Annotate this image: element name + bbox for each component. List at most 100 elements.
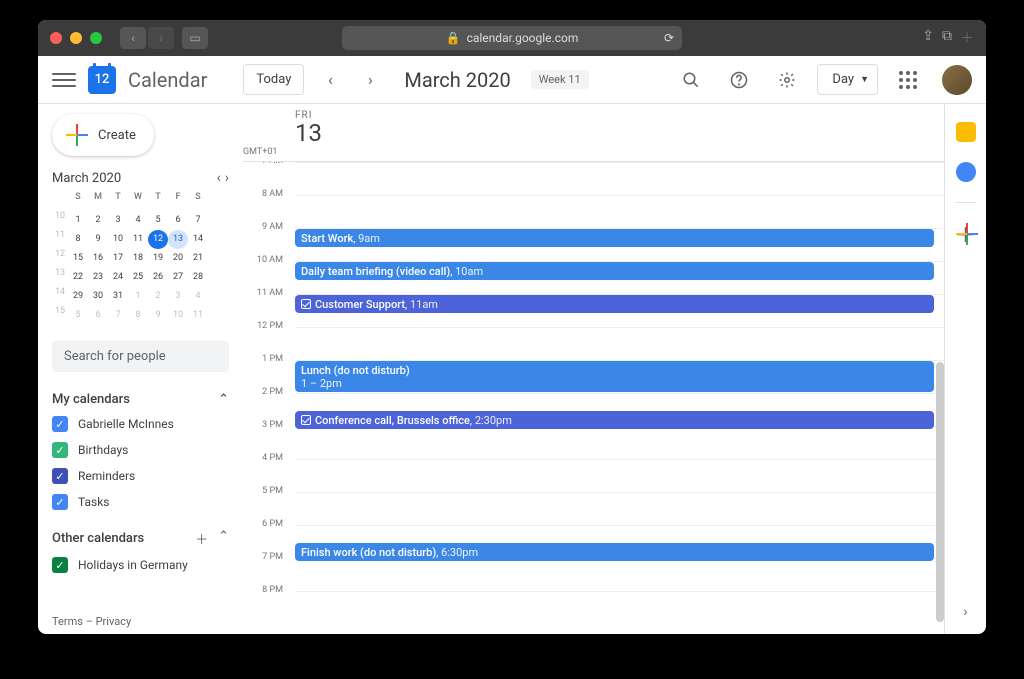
view-switcher[interactable]: Day▼ <box>817 64 878 95</box>
hour-slot[interactable] <box>295 426 944 459</box>
settings-icon[interactable] <box>769 62 805 98</box>
mini-day[interactable]: 18 <box>128 249 148 268</box>
mini-day[interactable]: 5 <box>148 211 168 230</box>
hour-slot[interactable] <box>295 162 944 195</box>
tabs-icon[interactable]: ⧉ <box>942 28 952 48</box>
next-period-button[interactable]: › <box>356 66 384 94</box>
maximize-window-button[interactable] <box>90 32 102 44</box>
mini-day[interactable]: 1 <box>68 211 88 230</box>
account-avatar[interactable] <box>942 65 972 95</box>
back-button[interactable]: ‹ <box>120 27 146 49</box>
mini-day[interactable]: 4 <box>128 211 148 230</box>
mini-day[interactable]: 22 <box>68 268 88 287</box>
mini-day[interactable]: 27 <box>168 268 188 287</box>
mini-day[interactable]: 11 <box>128 230 148 249</box>
checkbox-icon[interactable]: ✓ <box>52 494 68 510</box>
main-menu-button[interactable] <box>52 73 76 87</box>
hour-slot[interactable] <box>295 195 944 228</box>
mini-day[interactable]: 2 <box>88 211 108 230</box>
mini-day[interactable]: 3 <box>168 287 188 306</box>
add-addon-icon[interactable]: ＋ <box>956 223 976 243</box>
mini-day[interactable]: 7 <box>188 211 208 230</box>
hour-slot[interactable] <box>295 558 944 591</box>
minimize-window-button[interactable] <box>70 32 82 44</box>
calendar-item[interactable]: ✓Holidays in Germany <box>52 552 229 578</box>
close-window-button[interactable] <box>50 32 62 44</box>
other-calendars-header[interactable]: Other calendars ＋ ⌃ <box>52 525 229 552</box>
checkbox-icon[interactable]: ✓ <box>52 416 68 432</box>
mini-day[interactable]: 11 <box>188 306 208 325</box>
mini-day[interactable]: 20 <box>168 249 188 268</box>
mini-day[interactable]: 6 <box>88 306 108 325</box>
tasks-icon[interactable] <box>956 162 976 182</box>
calendar-item[interactable]: ✓Reminders <box>52 463 229 489</box>
mini-day[interactable]: 8 <box>68 230 88 249</box>
add-calendar-icon[interactable]: ＋ <box>195 529 208 548</box>
search-people-input[interactable]: Search for people <box>52 341 229 372</box>
mini-day[interactable]: 23 <box>88 268 108 287</box>
event-block[interactable]: Customer Support, 11am <box>295 295 934 313</box>
hour-slot[interactable] <box>295 459 944 492</box>
mini-day[interactable]: 15 <box>68 249 88 268</box>
privacy-link[interactable]: Privacy <box>96 615 132 628</box>
checkbox-icon[interactable]: ✓ <box>52 557 68 573</box>
mini-day[interactable]: 4 <box>188 287 208 306</box>
mini-day[interactable]: 24 <box>108 268 128 287</box>
mini-day[interactable]: 9 <box>88 230 108 249</box>
mini-day[interactable]: 6 <box>168 211 188 230</box>
mini-next-button[interactable]: › <box>225 170 229 186</box>
event-block[interactable]: Lunch (do not disturb)1 – 2pm <box>295 361 934 392</box>
mini-prev-button[interactable]: ‹ <box>217 170 221 186</box>
mini-day[interactable]: 26 <box>148 268 168 287</box>
mini-day[interactable]: 28 <box>188 268 208 287</box>
mini-day[interactable]: 29 <box>68 287 88 306</box>
mini-day[interactable]: 16 <box>88 249 108 268</box>
url-bar[interactable]: 🔒 calendar.google.com ⟳ <box>342 26 682 50</box>
share-icon[interactable]: ⇪ <box>922 28 934 48</box>
mini-day[interactable]: 3 <box>108 211 128 230</box>
mini-day[interactable]: 12 <box>148 230 168 249</box>
mini-day[interactable]: 10 <box>108 230 128 249</box>
my-calendars-header[interactable]: My calendars ⌃ <box>52 388 229 411</box>
prev-period-button[interactable]: ‹ <box>316 66 344 94</box>
checkbox-icon[interactable]: ✓ <box>52 442 68 458</box>
time-grid[interactable]: 7 AM8 AM9 AM10 AM11 AM12 PM1 PM2 PM3 PM4… <box>243 162 944 634</box>
keep-icon[interactable] <box>956 122 976 142</box>
event-block[interactable]: Conference call, Brussels office, 2:30pm <box>295 411 934 429</box>
mini-day[interactable]: 21 <box>188 249 208 268</box>
event-block[interactable]: Finish work (do not disturb), 6:30pm <box>295 543 934 561</box>
mini-day[interactable]: 14 <box>188 230 208 249</box>
hide-panel-button[interactable]: › <box>963 604 967 620</box>
mini-day[interactable]: 9 <box>148 306 168 325</box>
search-icon[interactable] <box>673 62 709 98</box>
event-block[interactable]: Start Work, 9am <box>295 229 934 247</box>
mini-day[interactable]: 25 <box>128 268 148 287</box>
calendar-item[interactable]: ✓Tasks <box>52 489 229 515</box>
hour-slot[interactable] <box>295 327 944 360</box>
scrollbar[interactable] <box>936 362 944 622</box>
reload-icon[interactable]: ⟳ <box>664 31 674 45</box>
mini-day[interactable]: 17 <box>108 249 128 268</box>
hour-slot[interactable] <box>295 492 944 525</box>
mini-day[interactable]: 30 <box>88 287 108 306</box>
sidebar-toggle-button[interactable]: ▭ <box>182 27 208 49</box>
calendar-item[interactable]: ✓Gabrielle McInnes <box>52 411 229 437</box>
mini-day[interactable]: 31 <box>108 287 128 306</box>
today-button[interactable]: Today <box>243 64 304 95</box>
mini-day[interactable]: 10 <box>168 306 188 325</box>
mini-day[interactable]: 2 <box>148 287 168 306</box>
mini-day[interactable]: 19 <box>148 249 168 268</box>
calendar-item[interactable]: ✓Birthdays <box>52 437 229 463</box>
new-tab-icon[interactable]: ＋ <box>960 28 974 48</box>
mini-day[interactable]: 7 <box>108 306 128 325</box>
mini-day[interactable]: 1 <box>128 287 148 306</box>
event-block[interactable]: Daily team briefing (video call), 10am <box>295 262 934 280</box>
terms-link[interactable]: Terms <box>52 615 83 628</box>
mini-day[interactable]: 13 <box>168 230 188 249</box>
google-apps-icon[interactable] <box>890 71 926 89</box>
day-number[interactable]: 13 <box>295 121 944 145</box>
checkbox-icon[interactable]: ✓ <box>52 468 68 484</box>
mini-day[interactable]: 8 <box>128 306 148 325</box>
mini-day[interactable]: 5 <box>68 306 88 325</box>
help-icon[interactable] <box>721 62 757 98</box>
